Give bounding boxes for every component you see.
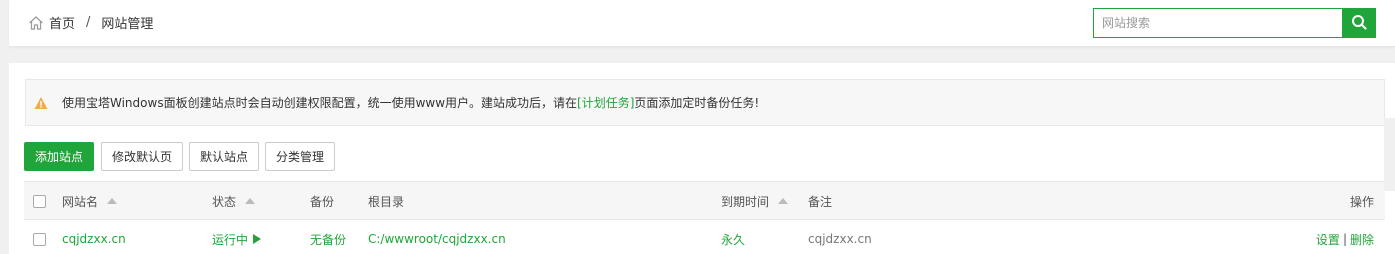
header-backup: 备份	[310, 194, 335, 209]
breadcrumb-separator: /	[86, 15, 91, 30]
breadcrumb-current: 网站管理	[101, 17, 154, 32]
header-root-dir: 根目录	[368, 194, 405, 209]
top-bar: 首页 / 网站管理	[9, 0, 1395, 47]
expire-link[interactable]: 永久	[721, 220, 745, 254]
row-checkbox[interactable]	[33, 232, 46, 246]
row-actions: 设置 | 删除	[1316, 220, 1374, 254]
search-icon	[1351, 14, 1367, 33]
default-site-button[interactable]: 默认站点	[189, 142, 260, 171]
root-dir-link[interactable]: C:/wwwroot/cqjdzxx.cn	[368, 220, 506, 254]
backup-link[interactable]: 无备份	[310, 220, 346, 254]
sort-up-icon[interactable]	[778, 198, 789, 204]
warning-icon	[34, 96, 48, 110]
notice-text: 使用宝塔Windows面板创建站点时会自动创建权限配置，统一使用www用户。建站…	[62, 96, 578, 110]
search-button[interactable]	[1342, 8, 1376, 38]
breadcrumb: 首页 / 网站管理	[28, 13, 153, 32]
settings-link[interactable]: 设置	[1316, 231, 1340, 248]
header-site-name-label: 网站名	[62, 194, 99, 209]
notice-text-after: 页面添加定时备份任务!	[634, 96, 760, 110]
header-status-label: 状态	[212, 194, 237, 209]
site-name-link[interactable]: cqjdzxx.cn	[62, 220, 126, 254]
breadcrumb-home[interactable]: 首页	[49, 13, 75, 32]
cron-task-link[interactable]: [计划任务]	[577, 94, 634, 111]
sort-up-icon[interactable]	[107, 198, 118, 204]
scrollbar[interactable]	[1384, 118, 1395, 191]
status-label: 运行中	[212, 232, 249, 247]
home-icon[interactable]	[28, 15, 44, 31]
main-panel: 使用宝塔Windows面板创建站点时会自动创建权限配置，统一使用www用户。建站…	[9, 63, 1395, 254]
notice-banner: 使用宝塔Windows面板创建站点时会自动创建权限配置，统一使用www用户。建站…	[25, 79, 1385, 126]
play-icon	[253, 234, 262, 244]
select-all-checkbox[interactable]	[33, 194, 46, 208]
add-site-button[interactable]: 添加站点	[24, 142, 95, 171]
search-input[interactable]	[1093, 8, 1342, 38]
header-status[interactable]: 状态	[212, 182, 256, 220]
header-actions: 操作	[1349, 194, 1374, 209]
table-row: cqjdzxx.cn 运行中 无备份 C:/wwwroot/cqjdzxx.cn…	[24, 220, 1385, 254]
edit-default-page-button[interactable]: 修改默认页	[101, 142, 184, 171]
header-remark: 备注	[808, 194, 833, 209]
status-toggle[interactable]: 运行中	[212, 220, 262, 254]
header-site-name[interactable]: 网站名	[62, 182, 118, 220]
toolbar: 添加站点 修改默认页 默认站点 分类管理	[24, 142, 341, 171]
action-separator: |	[1342, 232, 1347, 246]
remark-field[interactable]: cqjdzxx.cn	[808, 220, 872, 254]
sort-up-icon[interactable]	[245, 198, 256, 204]
row-select-cell	[33, 220, 46, 254]
select-all-cell	[33, 182, 46, 220]
category-manage-button[interactable]: 分类管理	[265, 142, 336, 171]
site-table: 网站名 状态 备份 根目录 到期时间 备注 操作 cqjdzxx.cn 运行中 …	[24, 181, 1385, 254]
header-expire[interactable]: 到期时间	[721, 182, 789, 220]
site-search	[1093, 8, 1376, 38]
table-header: 网站名 状态 备份 根目录 到期时间 备注 操作	[24, 182, 1385, 220]
header-expire-label: 到期时间	[721, 194, 770, 209]
delete-link[interactable]: 删除	[1350, 231, 1374, 248]
